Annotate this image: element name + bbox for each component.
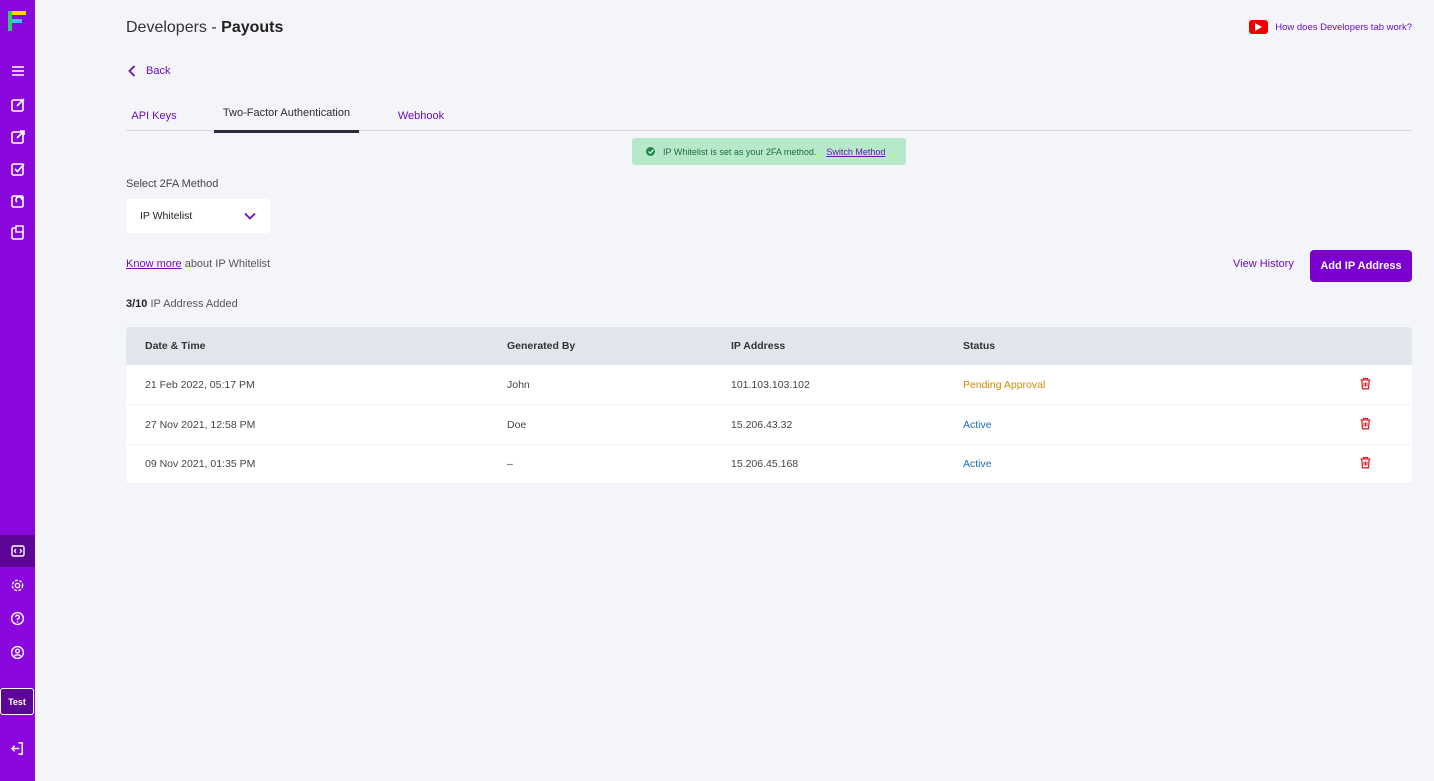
clipboard-icon[interactable]: [0, 218, 35, 248]
check-circle-icon: [646, 147, 655, 156]
help-link-text: How does Developers tab work?: [1275, 21, 1412, 33]
cell-ip-address: 15.206.43.32: [731, 418, 793, 431]
cell-generated-by: John: [507, 378, 530, 391]
trash-icon[interactable]: [1360, 377, 1371, 392]
column-header-date: Date & Time: [145, 340, 206, 352]
cell-date: 21 Feb 2022, 05:17 PM: [145, 378, 255, 391]
menu-icon[interactable]: [0, 56, 35, 86]
success-notice: IP Whitelist is set as your 2FA method. …: [632, 138, 906, 165]
edit-document-icon[interactable]: [0, 90, 35, 120]
ip-count-value: 3/10: [126, 298, 148, 310]
payouts-logo[interactable]: [6, 9, 28, 33]
settings-icon[interactable]: [0, 570, 35, 600]
chevron-down-icon: [244, 212, 256, 220]
status-badge: Pending Approval: [963, 378, 1046, 391]
trash-icon[interactable]: [1360, 456, 1371, 472]
cell-generated-by: Doe: [507, 418, 527, 431]
cell-date: 27 Nov 2021, 12:58 PM: [145, 418, 256, 431]
help-icon[interactable]: [0, 603, 35, 633]
profile-icon[interactable]: [0, 637, 35, 667]
ip-address-table: Date & Time Generated By IP Address Stat…: [126, 327, 1412, 484]
logout-icon[interactable]: [0, 733, 35, 763]
tab-api-keys[interactable]: API Keys: [126, 100, 182, 131]
page-title-prefix: Developers -: [126, 19, 222, 36]
table-row: 09 Nov 2021, 01:35 PM – 15.206.45.168 Ac…: [126, 445, 1412, 484]
cell-generated-by: –: [507, 458, 513, 470]
youtube-icon: [1249, 20, 1269, 34]
developer-code-icon[interactable]: [0, 535, 35, 567]
back-button[interactable]: Back: [128, 65, 170, 77]
trash-icon[interactable]: [1360, 417, 1371, 432]
check-document-icon[interactable]: [0, 154, 35, 184]
mode-badge[interactable]: Test: [0, 688, 34, 715]
ip-whitelist-info: Know more about IP Whitelist: [126, 258, 270, 270]
sidebar: Test: [0, 0, 35, 781]
status-badge: Active: [963, 418, 992, 431]
tab-two-factor-authentication[interactable]: Two-Factor Authentication: [214, 100, 359, 133]
add-ip-address-button[interactable]: Add IP Address: [1310, 250, 1412, 282]
cell-date: 09 Nov 2021, 01:35 PM: [145, 458, 256, 470]
method-select-label: Select 2FA Method: [126, 178, 219, 190]
tab-webhook[interactable]: Webhook: [392, 100, 450, 131]
page-title: Developers - Payouts: [126, 19, 283, 37]
tab-bar: API Keys Two-Factor Authentication Webho…: [126, 100, 1412, 133]
column-header-generated-by: Generated By: [507, 340, 576, 352]
column-header-ip-address: IP Address: [731, 340, 786, 352]
table-row: 27 Nov 2021, 12:58 PM Doe 15.206.43.32 A…: [126, 405, 1412, 445]
info-text: about IP Whitelist: [181, 258, 271, 270]
cell-ip-address: 101.103.103.102: [731, 378, 810, 391]
table-row: 21 Feb 2022, 05:17 PM John 101.103.103.1…: [126, 365, 1412, 405]
help-video-link[interactable]: How does Developers tab work?: [1249, 20, 1412, 34]
know-more-link[interactable]: Know more: [126, 258, 182, 270]
export-icon[interactable]: [0, 122, 35, 152]
back-label: Back: [146, 65, 171, 77]
switch-method-link[interactable]: Switch Method: [826, 147, 885, 157]
refresh-document-icon[interactable]: [0, 186, 35, 216]
method-select[interactable]: IP Whitelist: [126, 199, 270, 233]
page-title-bold: Payouts: [221, 19, 284, 36]
ip-count: 3/10 IP Address Added: [126, 298, 238, 310]
notice-text: IP Whitelist is set as your 2FA method.: [663, 146, 817, 157]
view-history-button[interactable]: View History: [1233, 258, 1294, 270]
method-select-value: IP Whitelist: [140, 210, 193, 222]
column-header-status: Status: [963, 340, 996, 352]
table-header: Date & Time Generated By IP Address Stat…: [126, 327, 1412, 365]
chevron-left-icon: [128, 65, 136, 77]
ip-count-label: IP Address Added: [147, 298, 238, 310]
status-badge: Active: [963, 458, 992, 470]
cell-ip-address: 15.206.45.168: [731, 458, 799, 470]
